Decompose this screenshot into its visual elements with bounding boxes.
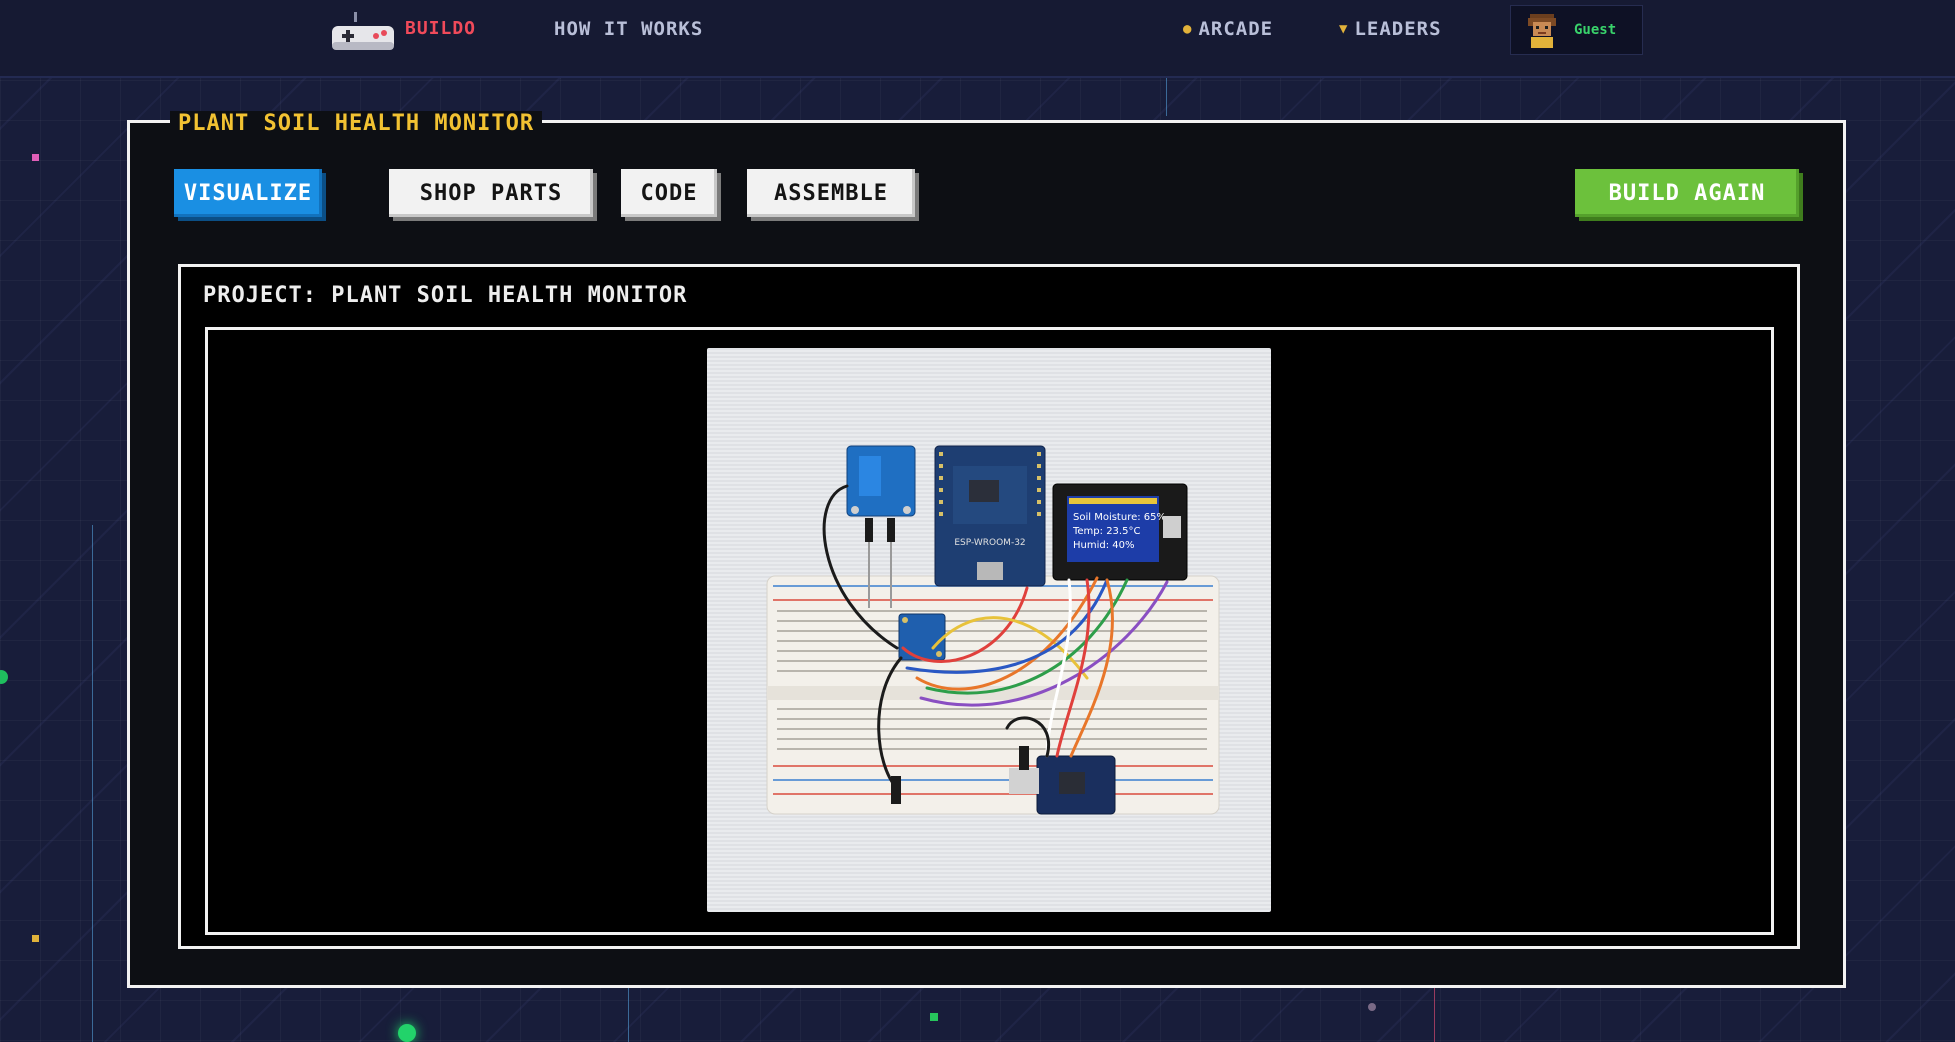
- background-pixel: [32, 935, 39, 942]
- oled-line-temp: Temp: 23.5°C: [1072, 526, 1140, 537]
- tab-assemble[interactable]: ASSEMBLE: [747, 169, 915, 217]
- oled-line-moisture: Soil Moisture: 65%: [1073, 512, 1166, 523]
- top-navigation: BUILDO HOW IT WORKS ● ARCADE ▼ LEADERS Gue…: [0, 0, 1955, 78]
- tab-shop-parts[interactable]: SHOP PARTS: [389, 169, 593, 217]
- user-name: Guest: [1574, 22, 1617, 38]
- nav-how-it-works[interactable]: HOW IT WORKS: [554, 18, 703, 40]
- oled-line-humid: Humid: 40%: [1073, 540, 1135, 551]
- circuit-render-image: ESP-WROOM-32 Soil Moisture: 65% Temp: 23…: [707, 348, 1271, 912]
- avatar: [1528, 14, 1556, 48]
- project-panel: PLANT SOIL HEALTH MONITOR VISUALIZE SHOP…: [127, 111, 1846, 988]
- panel-title: PLANT SOIL HEALTH MONITOR: [170, 111, 543, 136]
- build-again-button[interactable]: BUILD AGAIN: [1575, 169, 1799, 217]
- background-line: [628, 988, 629, 1042]
- project-label: PROJECT: PLANT SOIL HEALTH MONITOR: [203, 283, 688, 308]
- nav-leaders[interactable]: ▼ LEADERS: [1339, 18, 1442, 40]
- esp-label: ESP-WROOM-32: [954, 538, 1025, 548]
- tab-code[interactable]: CODE: [621, 169, 717, 217]
- background-pixel: [930, 1013, 938, 1021]
- gamepad-logo-icon[interactable]: [330, 12, 396, 52]
- circuit-illustration: ESP-WROOM-32 Soil Moisture: 65% Temp: 23…: [766, 445, 1220, 815]
- nav-arcade-label: ARCADE: [1198, 18, 1274, 40]
- coin-icon: ●: [1183, 21, 1193, 37]
- background-dot: [1368, 1003, 1376, 1011]
- background-pixel: [32, 154, 39, 161]
- visualization-viewer: ESP-WROOM-32 Soil Moisture: 65% Temp: 23…: [205, 327, 1774, 935]
- trophy-icon: ▼: [1339, 21, 1349, 37]
- user-menu[interactable]: Guest: [1510, 5, 1643, 55]
- background-line: [1166, 78, 1167, 116]
- background-line: [1434, 988, 1435, 1042]
- nav-leaders-label: LEADERS: [1354, 18, 1442, 40]
- background-dot: [398, 1024, 416, 1042]
- brand-link[interactable]: BUILDO: [405, 18, 476, 39]
- project-frame: PROJECT: PLANT SOIL HEALTH MONITOR ESP-W…: [178, 264, 1800, 949]
- tab-visualize[interactable]: VISUALIZE: [174, 169, 322, 217]
- background-line: [92, 525, 93, 1042]
- nav-arcade[interactable]: ● ARCADE: [1183, 18, 1273, 40]
